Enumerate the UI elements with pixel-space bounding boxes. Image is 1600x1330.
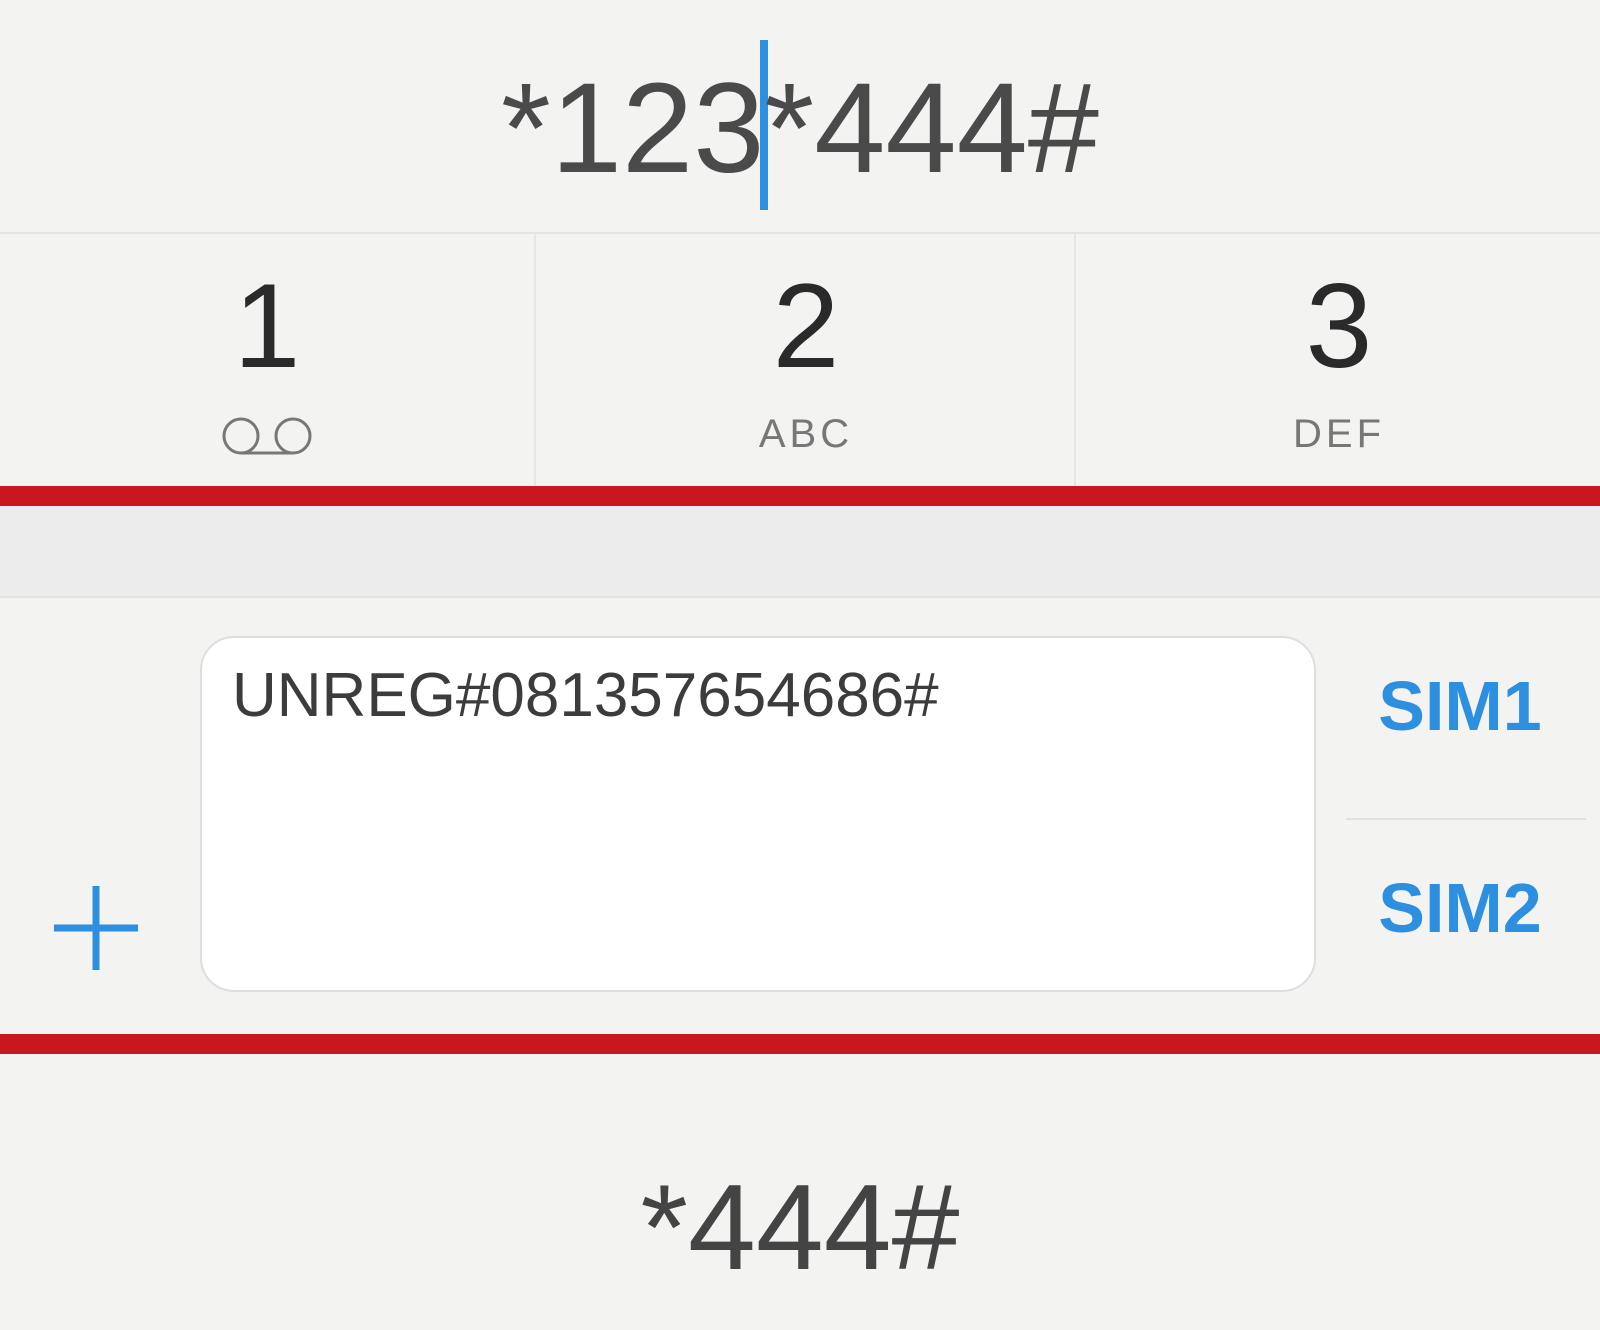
sim-divider <box>1346 818 1586 820</box>
key-digit: 1 <box>233 259 301 393</box>
key-letters: ABC <box>758 412 854 456</box>
message-text: UNREG#081357654686# <box>232 661 939 730</box>
sim1-send-button[interactable]: SIM1 <box>1340 666 1580 746</box>
dialed-number[interactable]: *123*444# <box>0 40 1600 210</box>
key-digit: 2 <box>772 259 840 393</box>
suggestion-code: *444# <box>640 1159 960 1295</box>
add-button[interactable] <box>48 880 144 976</box>
dialed-number-after-cursor: *444# <box>764 57 1099 200</box>
plus-icon <box>54 886 138 970</box>
key-digit: 3 <box>1305 259 1373 393</box>
dialer-screen: *123*444# 1 2 ABC 3 DEF UNREG#0813576546… <box>0 0 1600 1330</box>
key-letters: DEF <box>1293 412 1385 456</box>
message-composer: UNREG#081357654686# SIM1 SIM2 <box>0 598 1600 1032</box>
dialed-number-display[interactable]: *123*444# <box>0 0 1600 230</box>
keypad-row: 1 2 ABC 3 DEF <box>0 232 1600 486</box>
highlight-line-top <box>0 486 1600 506</box>
dialed-number-before-cursor: *123 <box>501 57 765 200</box>
sim2-send-button[interactable]: SIM2 <box>1340 868 1580 948</box>
message-input[interactable]: UNREG#081357654686# <box>200 636 1316 992</box>
highlight-line-bottom <box>0 1034 1600 1054</box>
suggestion-row[interactable]: *444# <box>0 1082 1600 1330</box>
key-2[interactable]: 2 ABC <box>534 234 1076 486</box>
key-3[interactable]: 3 DEF <box>1074 234 1600 486</box>
separator-band <box>0 506 1600 598</box>
key-1[interactable]: 1 <box>0 234 534 486</box>
voicemail-icon <box>222 417 312 455</box>
